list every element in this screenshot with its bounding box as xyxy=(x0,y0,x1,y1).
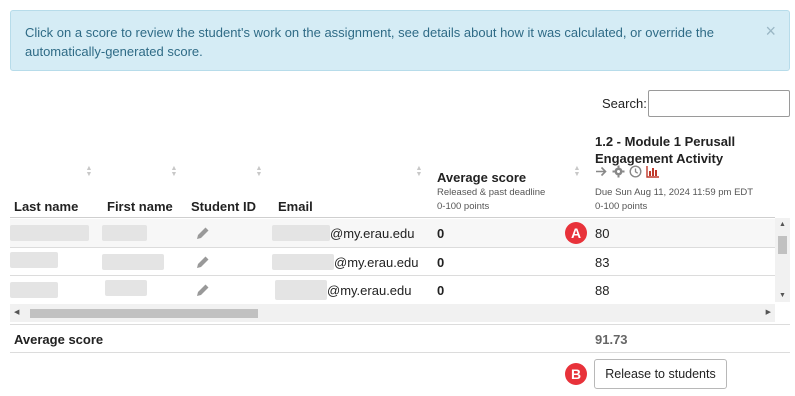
assignment-actions xyxy=(595,165,660,183)
assignment-title-line2[interactable]: Engagement Activity xyxy=(595,151,723,166)
info-alert: Click on a score to review the student's… xyxy=(10,10,790,71)
scroll-up-icon[interactable]: ▲ xyxy=(779,221,786,228)
callout-badge-a: A xyxy=(565,222,587,244)
redacted-last-name xyxy=(10,252,58,268)
pencil-icon[interactable] xyxy=(195,254,211,270)
sort-icon[interactable]: ▲ ▼ xyxy=(170,165,178,178)
redacted-first-name xyxy=(102,254,164,270)
sort-icon[interactable]: ▲ ▼ xyxy=(573,165,581,178)
redacted-first-name xyxy=(105,280,147,296)
redacted-last-name xyxy=(10,225,89,241)
redacted-email xyxy=(275,280,327,300)
scroll-thumb[interactable] xyxy=(30,309,258,318)
assignment-due-date: Due Sun Aug 11, 2024 11:59 pm EDT xyxy=(595,187,754,198)
sort-icon[interactable]: ▲ ▼ xyxy=(255,165,263,178)
vertical-scrollbar[interactable]: ▲ ▼ xyxy=(775,218,790,302)
average-score-value: 0 xyxy=(437,226,445,241)
column-header-first-name[interactable]: First name xyxy=(107,199,173,214)
assignment-points-range: 0-100 points xyxy=(595,201,648,212)
assignment-score[interactable]: 88 xyxy=(595,283,609,298)
average-score-range: 0-100 points xyxy=(437,201,490,212)
callout-badge-b: B xyxy=(565,363,587,385)
horizontal-scrollbar[interactable]: ◀ ▶ xyxy=(10,304,775,322)
alert-message: Click on a score to review the student's… xyxy=(25,25,714,59)
search-label: Search: xyxy=(602,96,647,111)
arrow-right-icon[interactable] xyxy=(595,165,608,183)
column-header-average-score[interactable]: Average score xyxy=(437,170,526,185)
footer-average-value: 91.73 xyxy=(595,332,628,347)
column-header-student-id[interactable]: Student ID xyxy=(191,199,256,214)
table-row: @my.erau.edu 0 83 xyxy=(10,248,775,276)
table-row: @my.erau.edu 0 80 xyxy=(10,219,775,247)
email-domain: @my.erau.edu xyxy=(330,226,415,241)
email-domain: @my.erau.edu xyxy=(334,255,419,270)
column-header-last-name[interactable]: Last name xyxy=(14,199,78,214)
gear-icon[interactable] xyxy=(612,165,625,183)
footer-divider-bottom xyxy=(10,352,790,353)
footer-average-label: Average score xyxy=(14,332,104,347)
pencil-icon[interactable] xyxy=(195,225,211,241)
assignment-score[interactable]: 83 xyxy=(595,255,609,270)
average-score-value: 0 xyxy=(437,255,445,270)
scroll-right-icon[interactable]: ▶ xyxy=(766,308,771,316)
redacted-email xyxy=(272,225,330,241)
table-row: @my.erau.edu 0 88 xyxy=(10,276,775,304)
average-score-value: 0 xyxy=(437,283,445,298)
average-score-subtitle: Released & past deadline xyxy=(437,187,546,198)
footer-divider-top xyxy=(10,324,790,325)
release-to-students-button[interactable]: Release to students xyxy=(594,359,727,389)
redacted-first-name xyxy=(102,225,147,241)
pencil-icon[interactable] xyxy=(195,282,211,298)
email-domain: @my.erau.edu xyxy=(327,283,412,298)
scroll-thumb[interactable] xyxy=(778,236,787,254)
redacted-last-name xyxy=(10,282,58,298)
search-input[interactable] xyxy=(648,90,790,117)
bar-chart-icon[interactable] xyxy=(646,165,660,183)
sort-icon[interactable]: ▲ ▼ xyxy=(415,165,423,178)
column-header-email[interactable]: Email xyxy=(278,199,313,214)
scroll-down-icon[interactable]: ▼ xyxy=(779,292,786,299)
close-icon[interactable]: × xyxy=(765,22,776,40)
assignment-score[interactable]: 80 xyxy=(595,226,609,241)
assignment-title-line1[interactable]: 1.2 - Module 1 Perusall xyxy=(595,134,735,149)
sort-icon[interactable]: ▲ ▼ xyxy=(85,165,93,178)
header-divider xyxy=(10,217,775,218)
scroll-left-icon[interactable]: ◀ xyxy=(14,308,19,316)
redacted-email xyxy=(272,254,334,270)
clock-icon[interactable] xyxy=(629,165,642,183)
